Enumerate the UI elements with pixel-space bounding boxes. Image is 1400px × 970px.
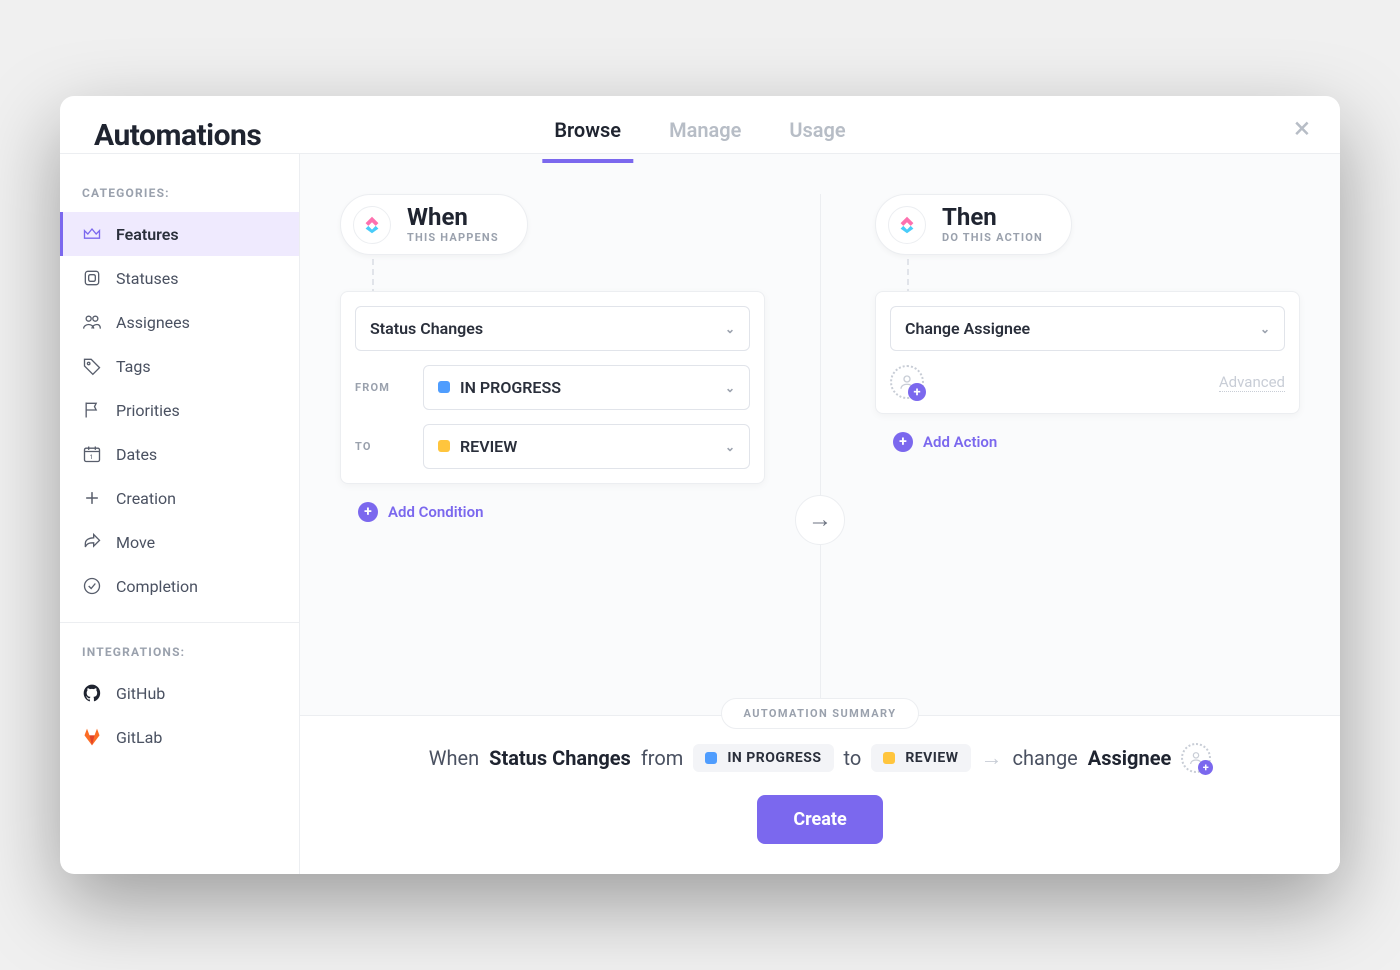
add-assignee-button[interactable]: + [890, 365, 924, 399]
trigger-value: Status Changes [370, 319, 483, 338]
when-title: When [407, 205, 499, 229]
add-condition-button[interactable]: + Add Condition [358, 502, 765, 522]
sidebar: CATEGORIES: Features Statuses Assignees … [60, 154, 300, 874]
summary-trigger: Status Changes [489, 746, 631, 770]
when-column: When THIS HAPPENS Status Changes ⌄ FROM [340, 194, 765, 522]
sidebar-item-label: Creation [116, 489, 176, 508]
status-color-review [438, 440, 450, 452]
when-header-pill: When THIS HAPPENS [340, 194, 528, 255]
square-icon [82, 268, 102, 288]
from-status-value: IN PROGRESS [460, 378, 561, 397]
chevron-down-icon: ⌄ [725, 322, 735, 336]
summary-sentence: When Status Changes from IN PROGRESS to … [330, 743, 1310, 773]
sidebar-item-priorities[interactable]: Priorities [60, 388, 299, 432]
summary-chip-to: REVIEW [871, 744, 970, 772]
then-subtitle: DO THIS ACTION [942, 231, 1043, 244]
tag-icon [82, 356, 102, 376]
sidebar-item-label: Move [116, 533, 155, 552]
people-icon [82, 312, 102, 332]
flag-icon [82, 400, 102, 420]
plus-icon: + [908, 383, 926, 401]
sidebar-item-move[interactable]: Move [60, 520, 299, 564]
summary-assignee-icon[interactable]: + [1181, 743, 1211, 773]
trigger-select[interactable]: Status Changes ⌄ [355, 306, 750, 351]
action-select[interactable]: Change Assignee ⌄ [890, 306, 1285, 351]
action-value: Change Assignee [905, 319, 1030, 338]
plus-circle-icon: + [358, 502, 378, 522]
then-column: Then DO THIS ACTION Change Assignee ⌄ [875, 194, 1300, 452]
create-button[interactable]: Create [757, 795, 882, 844]
add-action-label: Add Action [923, 433, 997, 451]
sidebar-item-label: Priorities [116, 401, 180, 420]
summary-target: Assignee [1088, 746, 1172, 770]
sidebar-item-label: Tags [116, 357, 151, 376]
gitlab-icon [82, 727, 102, 747]
status-color-in-progress [438, 381, 450, 393]
summary-word-from: from [641, 746, 683, 770]
categories-heading: CATEGORIES: [60, 178, 299, 212]
add-action-button[interactable]: + Add Action [893, 432, 1300, 452]
sidebar-item-label: Dates [116, 445, 157, 464]
summary-heading: AUTOMATION SUMMARY [721, 698, 920, 729]
share-arrow-icon [82, 532, 102, 552]
to-status-select[interactable]: REVIEW ⌄ [423, 424, 750, 469]
plus-circle-icon: + [893, 432, 913, 452]
sidebar-item-label: Features [116, 225, 179, 244]
from-label: FROM [355, 381, 411, 394]
sidebar-item-statuses[interactable]: Statuses [60, 256, 299, 300]
sidebar-item-label: GitHub [116, 684, 165, 703]
sidebar-item-completion[interactable]: Completion [60, 564, 299, 608]
main-panel: When THIS HAPPENS Status Changes ⌄ FROM [300, 154, 1340, 874]
plus-icon [82, 488, 102, 508]
flow-arrow-icon: → [795, 495, 845, 545]
sidebar-item-label: Statuses [116, 269, 179, 288]
summary-word-when: When [429, 746, 479, 770]
sidebar-item-features[interactable]: Features [60, 212, 299, 256]
close-icon[interactable]: × [1294, 114, 1310, 144]
sidebar-item-dates[interactable]: 1 Dates [60, 432, 299, 476]
add-condition-label: Add Condition [388, 503, 483, 521]
summary-word-to: to [844, 746, 862, 770]
then-title: Then [942, 205, 1043, 229]
automations-modal: Automations Browse Manage Usage × CATEGO… [60, 96, 1340, 874]
then-header-pill: Then DO THIS ACTION [875, 194, 1072, 255]
advanced-link[interactable]: Advanced [1219, 373, 1285, 392]
sidebar-item-creation[interactable]: Creation [60, 476, 299, 520]
sidebar-item-gitlab[interactable]: GitLab [60, 715, 299, 759]
crown-icon [82, 224, 102, 244]
svg-text:1: 1 [90, 453, 94, 461]
sidebar-item-tags[interactable]: Tags [60, 344, 299, 388]
chevron-down-icon: ⌄ [725, 440, 735, 454]
plus-icon: + [1198, 760, 1213, 775]
automation-summary: AUTOMATION SUMMARY When Status Changes f… [300, 715, 1340, 874]
chevron-down-icon: ⌄ [1260, 322, 1270, 336]
sidebar-item-assignees[interactable]: Assignees [60, 300, 299, 344]
sidebar-item-label: GitLab [116, 728, 162, 747]
clickup-logo-icon [353, 206, 391, 244]
integrations-heading: INTEGRATIONS: [60, 637, 299, 671]
calendar-icon: 1 [82, 444, 102, 464]
modal-title: Automations [94, 118, 261, 153]
summary-chip-from: IN PROGRESS [693, 744, 833, 772]
sidebar-item-label: Completion [116, 577, 198, 596]
check-circle-icon [82, 576, 102, 596]
summary-word-change: change [1013, 746, 1078, 770]
sidebar-item-github[interactable]: GitHub [60, 671, 299, 715]
arrow-right-icon: → [981, 745, 1003, 771]
chevron-down-icon: ⌄ [725, 381, 735, 395]
sidebar-item-label: Assignees [116, 313, 190, 332]
github-icon [82, 683, 102, 703]
to-status-value: REVIEW [460, 437, 517, 456]
action-card: Change Assignee ⌄ + Advanced [875, 291, 1300, 414]
modal-header: Automations Browse Manage Usage × [60, 96, 1340, 154]
to-label: TO [355, 440, 411, 453]
trigger-card: Status Changes ⌄ FROM IN PROGRESS ⌄ TO [340, 291, 765, 484]
when-subtitle: THIS HAPPENS [407, 231, 499, 244]
from-status-select[interactable]: IN PROGRESS ⌄ [423, 365, 750, 410]
clickup-logo-icon [888, 206, 926, 244]
